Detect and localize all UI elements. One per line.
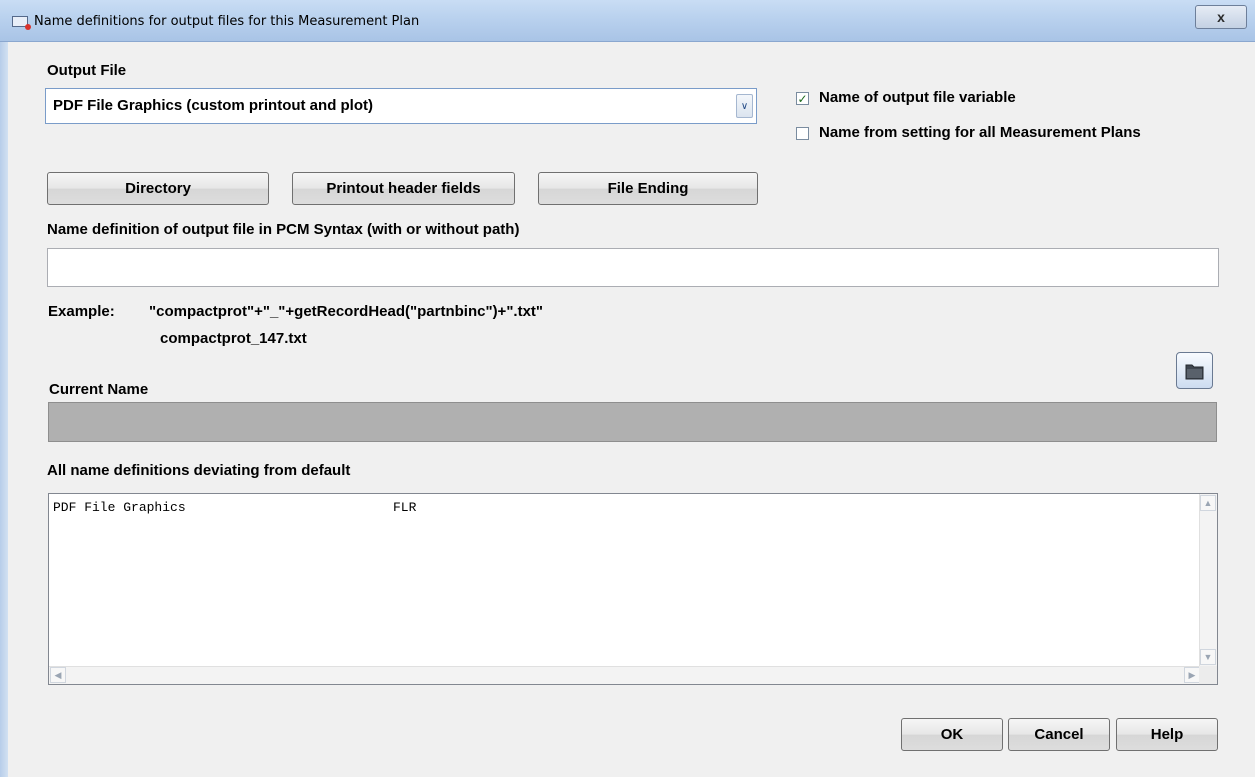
- printout-header-fields-button[interactable]: Printout header fields: [292, 172, 515, 205]
- ok-button[interactable]: OK: [901, 718, 1003, 751]
- window-border: [0, 42, 8, 777]
- cancel-button[interactable]: Cancel: [1008, 718, 1110, 751]
- vertical-scrollbar[interactable]: ▲ ▼: [1199, 494, 1217, 666]
- output-file-selected-value: PDF File Graphics (custom printout and p…: [53, 97, 374, 114]
- list-item-value: FLR: [393, 500, 417, 515]
- horizontal-scrollbar[interactable]: ◀ ▶: [49, 666, 1201, 684]
- variable-name-label[interactable]: Name of output file variable: [819, 89, 1016, 106]
- scroll-down-icon[interactable]: ▼: [1200, 649, 1216, 665]
- browse-folder-button[interactable]: [1176, 352, 1213, 389]
- all-plans-checkbox[interactable]: [796, 127, 809, 140]
- file-ending-button[interactable]: File Ending: [538, 172, 758, 205]
- close-button[interactable]: x: [1195, 5, 1247, 29]
- chevron-down-icon[interactable]: ∨: [736, 94, 753, 118]
- close-icon: x: [1217, 9, 1225, 25]
- list-item-name: PDF File Graphics: [53, 500, 186, 515]
- help-button[interactable]: Help: [1116, 718, 1218, 751]
- folder-icon: [1185, 364, 1204, 380]
- deviating-definitions-list[interactable]: PDF File Graphics FLR ▲ ▼ ◀ ▶: [48, 493, 1218, 685]
- window-title: Name definitions for output files for th…: [34, 14, 420, 29]
- checkmark-icon: ✓: [797, 91, 808, 106]
- example-result: compactprot_147.txt: [160, 330, 307, 347]
- scrollbar-corner: [1199, 666, 1217, 684]
- scroll-right-icon[interactable]: ▶: [1184, 667, 1200, 683]
- scroll-left-icon[interactable]: ◀: [50, 667, 66, 683]
- title-bar: Name definitions for output files for th…: [0, 0, 1255, 42]
- deviating-definitions-label: All name definitions deviating from defa…: [47, 462, 351, 479]
- current-name-field: [48, 402, 1217, 442]
- output-file-label: Output File: [47, 62, 127, 79]
- variable-name-checkbox[interactable]: ✓: [796, 92, 809, 105]
- example-syntax: "compactprot"+"_"+getRecordHead("partnbi…: [149, 303, 544, 320]
- current-name-label: Current Name: [49, 381, 149, 398]
- name-definition-input[interactable]: [47, 248, 1219, 287]
- scroll-up-icon[interactable]: ▲: [1200, 495, 1216, 511]
- example-label: Example:: [48, 303, 115, 320]
- all-plans-label[interactable]: Name from setting for all Measurement Pl…: [819, 124, 1141, 141]
- list-item[interactable]: PDF File Graphics FLR: [53, 500, 416, 515]
- name-definition-label: Name definition of output file in PCM Sy…: [47, 221, 520, 238]
- directory-button[interactable]: Directory: [47, 172, 269, 205]
- output-file-select[interactable]: PDF File Graphics (custom printout and p…: [45, 88, 757, 124]
- app-icon: [12, 16, 31, 30]
